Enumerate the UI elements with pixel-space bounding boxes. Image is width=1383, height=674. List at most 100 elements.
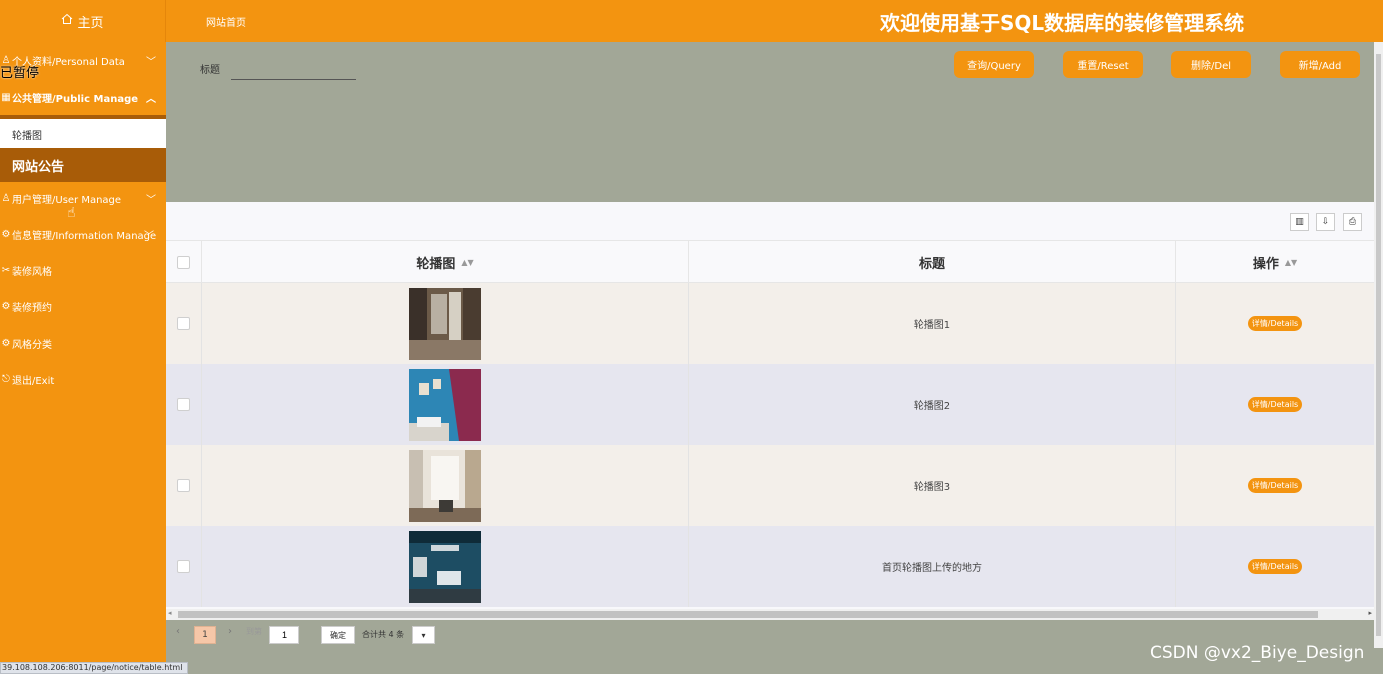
column-header-title: 标题 xyxy=(689,241,1176,284)
details-button[interactable]: 详情/Details xyxy=(1247,316,1303,331)
details-button[interactable]: 详情/Details xyxy=(1247,559,1303,574)
carousel-thumbnail[interactable] xyxy=(409,368,481,441)
sidebar-subitem-label: 网站公告 xyxy=(12,159,65,175)
prev-page-icon[interactable]: ‹ xyxy=(176,626,180,637)
table-header: 轮播图 ▲▼ 标题 操作 ▲▼ xyxy=(166,240,1374,284)
wrench-icon: ✂ xyxy=(1,264,11,276)
exit-icon: ⎋ xyxy=(2,373,10,385)
home-icon xyxy=(61,13,73,29)
table-row: 首页轮播图上传的地方 详情/Details xyxy=(166,526,1374,607)
row-select-cell xyxy=(166,364,202,445)
scroll-left-icon[interactable]: ◂ xyxy=(168,609,172,617)
select-all-cell xyxy=(166,241,202,284)
row-checkbox[interactable] xyxy=(177,398,190,411)
add-button[interactable]: 新增/Add xyxy=(1280,51,1360,78)
next-page-icon[interactable]: › xyxy=(228,626,232,637)
search-title-label: 标题 xyxy=(200,65,220,76)
sidebar-item-label: 装修风格 xyxy=(12,266,52,278)
select-all-checkbox[interactable] xyxy=(177,256,190,269)
table-panel: ▥ ⇩ ⎙ 轮播图 ▲▼ 标题 操作 ▲▼ 轮播图1 详情/Details 轮播… xyxy=(166,202,1374,620)
chevron-down-icon: ﹀ xyxy=(146,57,156,68)
details-button[interactable]: 详情/Details xyxy=(1247,478,1303,493)
sort-icon[interactable]: ▲▼ xyxy=(1285,258,1297,267)
column-header-actions[interactable]: 操作 ▲▼ xyxy=(1176,241,1374,284)
sidebar-item-label: 用户管理/User Manage xyxy=(12,194,122,206)
sidebar-item-label: 退出/Exit xyxy=(12,375,55,387)
row-checkbox[interactable] xyxy=(177,317,190,330)
columns-icon[interactable]: ▥ xyxy=(1290,213,1309,231)
page-size-select[interactable]: ▾ xyxy=(412,626,435,644)
delete-button[interactable]: 删除/Del xyxy=(1171,51,1251,78)
row-checkbox[interactable] xyxy=(177,479,190,492)
scroll-right-icon[interactable]: ▸ xyxy=(1368,609,1372,617)
row-select-cell xyxy=(166,526,202,607)
table-row: 轮播图3 详情/Details xyxy=(166,445,1374,526)
user-icon: ♙ xyxy=(1,192,11,204)
watermark: CSDN @vx2_Biye_Design xyxy=(1150,643,1365,663)
sidebar-item-decoration-booking[interactable]: ⚙ 装修预约 xyxy=(0,288,166,324)
sidebar-subitem-notice[interactable]: 网站公告 xyxy=(0,148,166,182)
column-header-label: 轮播图 xyxy=(416,257,456,272)
chevron-up-icon: ︿ xyxy=(146,94,156,105)
chevron-down-icon: ﹀ xyxy=(144,231,154,242)
sidebar-subitem-carousel[interactable]: 轮播图 xyxy=(0,119,166,149)
row-select-cell xyxy=(166,445,202,526)
carousel-image-cell xyxy=(202,364,689,445)
goto-confirm-button[interactable]: 确定 xyxy=(321,626,355,644)
sort-icon[interactable]: ▲▼ xyxy=(461,258,473,267)
sidebar-item-decoration-style[interactable]: ✂ 装修风格 xyxy=(0,252,166,288)
sidebar-item-information-manage[interactable]: ⚙ 信息管理/Information Manage ﹀ xyxy=(0,216,166,252)
sidebar-item-label: 风格分类 xyxy=(12,339,52,351)
sidebar-item-user-manage[interactable]: ♙ 用户管理/User Manage ﹀ xyxy=(0,180,166,216)
goto-page-input[interactable] xyxy=(269,626,299,644)
grid-icon: ▦ xyxy=(1,91,11,103)
gear-icon: ⚙ xyxy=(1,337,11,349)
home-link[interactable]: 主页 xyxy=(0,0,166,42)
browser-status-url: 39.108.108.206:8011/page/notice/table.ht… xyxy=(0,662,188,674)
carousel-thumbnail[interactable] xyxy=(409,530,481,603)
column-header-label: 标题 xyxy=(918,257,945,272)
action-cell: 详情/Details xyxy=(1176,526,1374,607)
title-cell: 首页轮播图上传的地方 xyxy=(689,526,1176,607)
title-cell: 轮播图3 xyxy=(689,445,1176,526)
sidebar-item-public-manage[interactable]: ▦ 公共管理/Public Manage ︿ xyxy=(0,79,166,115)
system-title: 欢迎使用基于SQL数据库的装修管理系统 xyxy=(880,11,1245,35)
print-icon[interactable]: ⎙ xyxy=(1343,213,1362,231)
horizontal-scrollbar[interactable]: ◂ ▸ xyxy=(166,609,1374,620)
home-label: 主页 xyxy=(77,15,104,31)
chevron-down-icon: ▾ xyxy=(421,630,426,640)
query-button[interactable]: 查询/Query xyxy=(954,51,1034,78)
carousel-thumbnail[interactable] xyxy=(409,287,481,360)
row-select-cell xyxy=(166,283,202,364)
total-count: 合计共 4 条 xyxy=(362,630,405,639)
breadcrumb[interactable]: 网站首页 xyxy=(206,14,246,29)
title-cell: 轮播图2 xyxy=(689,364,1176,445)
action-cell: 详情/Details xyxy=(1176,364,1374,445)
search-title-input[interactable] xyxy=(231,60,356,80)
action-cell: 详情/Details xyxy=(1176,445,1374,526)
sidebar-item-label: 装修预约 xyxy=(12,302,52,314)
top-header: 主页 网站首页 欢迎使用基于SQL数据库的装修管理系统 xyxy=(0,0,1383,42)
gear-icon: ⚙ xyxy=(1,300,11,312)
carousel-image-cell xyxy=(202,526,689,607)
vertical-scrollbar[interactable] xyxy=(1374,42,1383,648)
export-icon[interactable]: ⇩ xyxy=(1316,213,1335,231)
sidebar-subitem-label: 轮播图 xyxy=(12,130,42,142)
column-header-carousel[interactable]: 轮播图 ▲▼ xyxy=(202,241,689,284)
vertical-scrollbar-thumb[interactable] xyxy=(1376,54,1381,636)
sidebar: ♙ 个人资料/Personal Data ﹀ 已暂停 ▦ 公共管理/Public… xyxy=(0,42,166,674)
sidebar-item-style-category[interactable]: ⚙ 风格分类 xyxy=(0,325,166,361)
goto-label: 到第 xyxy=(246,627,262,636)
horizontal-scrollbar-thumb[interactable] xyxy=(178,611,1318,618)
reset-button[interactable]: 重置/Reset xyxy=(1063,51,1143,78)
row-checkbox[interactable] xyxy=(177,560,190,573)
chevron-down-icon: ﹀ xyxy=(146,195,156,206)
carousel-image-cell xyxy=(202,445,689,526)
carousel-thumbnail[interactable] xyxy=(409,449,481,522)
details-button[interactable]: 详情/Details xyxy=(1247,397,1303,412)
page-number-current[interactable]: 1 xyxy=(194,626,216,644)
action-cell: 详情/Details xyxy=(1176,283,1374,364)
gear-icon: ⚙ xyxy=(1,228,11,240)
carousel-image-cell xyxy=(202,283,689,364)
sidebar-item-exit[interactable]: ⎋ 退出/Exit xyxy=(0,361,166,397)
